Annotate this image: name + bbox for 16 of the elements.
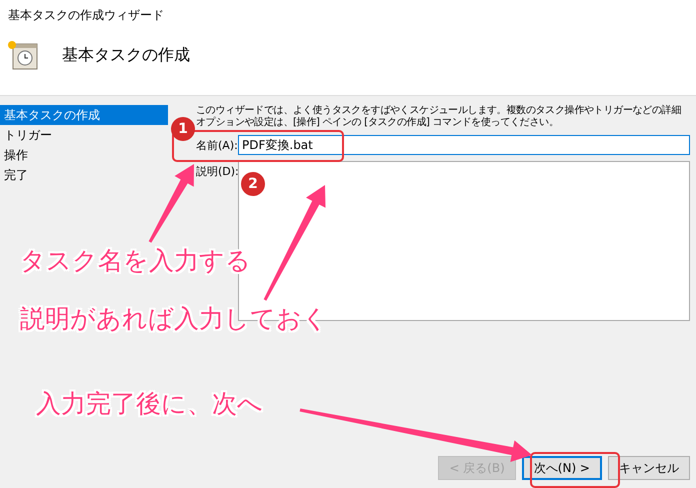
- wizard-step[interactable]: 完了: [0, 165, 168, 185]
- annotation-text: 入力完了後に、次へ: [36, 388, 263, 420]
- name-input[interactable]: PDF変換.bat: [238, 135, 690, 155]
- wizard-step[interactable]: トリガー: [0, 125, 168, 145]
- wizard-button[interactable]: キャンセル: [608, 456, 690, 480]
- intro-text: このウィザードでは、よく使うタスクをすばやくスケジュールします。複数のタスク操作やトリガーなどの詳細オプションや設定は、[操作] ペインの [タスクの作成] コマンドを使ってください。: [196, 105, 682, 129]
- name-label: 名前(A):: [196, 138, 234, 153]
- wizard-button[interactable]: 次へ(N) >: [522, 456, 602, 480]
- wizard-step[interactable]: 基本タスクの作成: [0, 105, 168, 125]
- window-title: 基本タスクの作成ウィザード: [0, 0, 696, 31]
- number-marker: 1: [171, 117, 195, 141]
- annotation-text: 説明があれば入力しておく: [20, 303, 328, 335]
- calendar-clock-icon: [6, 39, 40, 71]
- header-title: 基本タスクの作成: [62, 44, 190, 66]
- wizard-step[interactable]: 操作: [0, 145, 168, 165]
- annotation-text: タスク名を入力する: [20, 245, 251, 277]
